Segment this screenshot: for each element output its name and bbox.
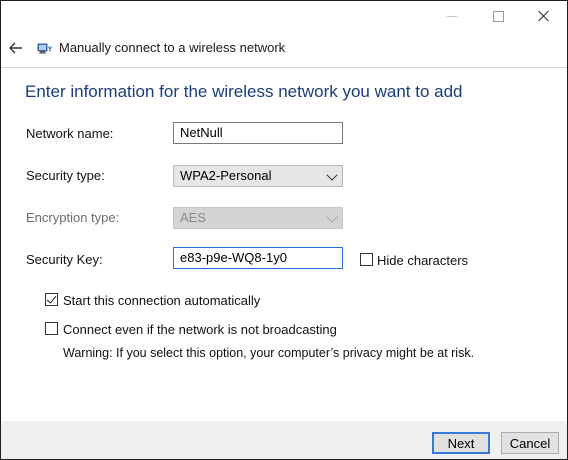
privacy-warning: Warning: If you select this option, your… xyxy=(63,346,475,360)
close-icon xyxy=(538,10,550,22)
encryption-type-value: AES xyxy=(180,210,207,225)
next-button[interactable]: Next xyxy=(432,432,490,454)
encryption-type-select[interactable]: AES xyxy=(173,207,343,229)
cancel-button[interactable]: Cancel xyxy=(501,432,559,454)
start-automatically-checkbox[interactable] xyxy=(45,293,58,306)
start-automatically-label: Start this connection automatically xyxy=(63,293,261,308)
connect-not-broadcasting-label: Connect even if the network is not broad… xyxy=(63,322,337,337)
chevron-down-icon xyxy=(326,169,338,181)
dialog-header: Manually connect to a wireless network xyxy=(1,33,567,63)
minimize-icon xyxy=(447,15,457,17)
dialog-window: Manually connect to a wireless network E… xyxy=(0,0,568,460)
page-heading: Enter information for the wireless netwo… xyxy=(25,82,463,101)
header-divider xyxy=(1,67,567,68)
security-type-label: Security type: xyxy=(26,168,105,183)
hide-characters-label: Hide characters xyxy=(377,253,469,268)
back-arrow-icon xyxy=(9,42,22,54)
encryption-type-label: Encryption type: xyxy=(26,210,120,225)
connect-not-broadcasting-checkbox[interactable] xyxy=(45,322,58,335)
security-type-select[interactable]: WPA2-Personal xyxy=(173,165,343,187)
dialog-title: Manually connect to a wireless network xyxy=(59,40,286,55)
minimize-button[interactable] xyxy=(429,1,475,31)
close-button[interactable] xyxy=(521,1,567,31)
security-type-value: WPA2-Personal xyxy=(180,168,272,183)
title-bar xyxy=(1,1,567,31)
checkmark-icon xyxy=(46,293,57,304)
hide-characters-checkbox[interactable] xyxy=(360,253,373,266)
chevron-down-icon xyxy=(326,211,338,223)
network-name-label: Network name: xyxy=(26,126,114,141)
security-key-label: Security Key: xyxy=(26,252,103,267)
network-name-input[interactable]: NetNull xyxy=(173,122,343,144)
maximize-button[interactable] xyxy=(475,1,521,31)
maximize-icon xyxy=(492,10,504,22)
security-key-input[interactable]: e83-p9e-WQ8-1y0 xyxy=(173,247,343,269)
dialog-footer: Next Cancel xyxy=(1,421,567,459)
network-icon xyxy=(37,43,53,54)
back-button[interactable] xyxy=(7,39,25,57)
